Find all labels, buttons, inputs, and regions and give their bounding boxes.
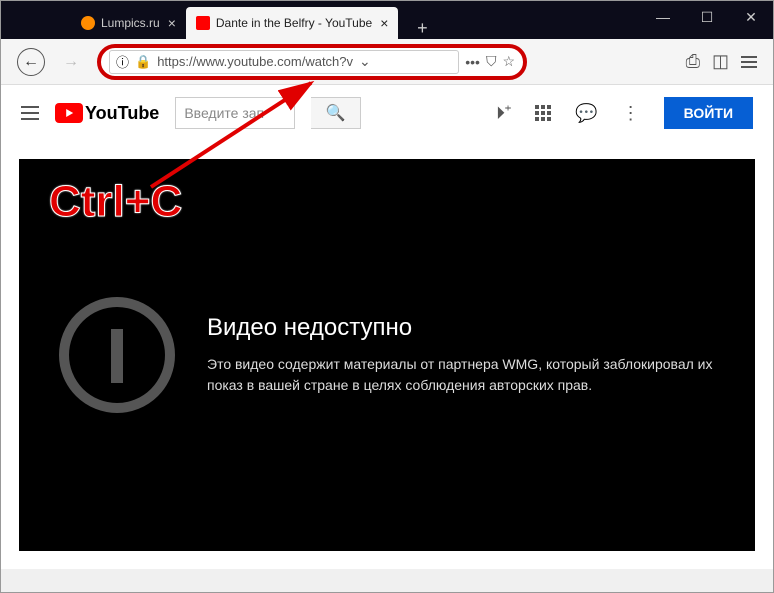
tab-youtube[interactable]: Dante in the Belfry - YouTube × [186,7,399,39]
info-icon[interactable]: ⓘ [116,52,129,71]
create-icon[interactable]: ⏵⁺ [496,103,511,124]
url-text: https://www.youtube.com/watch?v [157,54,353,69]
minimize-button[interactable]: — [641,1,685,33]
search-button[interactable]: 🔍 [311,97,361,129]
apps-icon[interactable] [535,105,551,121]
close-icon[interactable]: × [380,15,388,31]
browser-titlebar: Lumpics.ru × Dante in the Belfry - YouTu… [1,1,773,39]
tab-lumpics[interactable]: Lumpics.ru × [71,7,186,39]
favicon-youtube [196,16,210,30]
youtube-logo[interactable]: YouTube [55,103,159,124]
favicon-lumpics [81,16,95,30]
browser-navbar: ← → ⓘ 🔒 https://www.youtube.com/watch?v … [1,39,773,85]
tab-title: Dante in the Belfry - YouTube [216,16,372,30]
header-icons: ⏵⁺ 💬 ⋮ ВОЙТИ [496,97,753,129]
menu-icon[interactable] [741,56,757,68]
tab-title: Lumpics.ru [101,16,160,30]
back-button[interactable]: ← [17,48,45,76]
video-player-error: Видео недоступно Это видео содержит мате… [19,159,755,551]
address-bar-highlighted: ⓘ 🔒 https://www.youtube.com/watch?v ⌄ ••… [97,44,527,80]
pocket-icon[interactable]: ⛉ [486,53,497,70]
exclamation-icon [59,297,175,413]
search-input[interactable]: Введите зап [175,97,295,129]
page-content: Видео недоступно Это видео содержит мате… [1,141,773,569]
new-tab-button[interactable]: + [408,18,436,39]
sidebar-icon[interactable]: ◫ [712,51,729,72]
close-icon[interactable]: × [168,15,176,31]
library-icon[interactable]: ⎙ [686,51,700,72]
forward-button[interactable]: → [57,48,85,76]
error-body: Это видео содержит материалы от партнера… [207,354,715,396]
youtube-header: YouTube Введите зап 🔍 ⏵⁺ 💬 ⋮ ВОЙТИ [1,85,773,141]
window-controls: — ☐ ✕ [641,1,773,33]
error-title: Видео недоступно [207,314,715,342]
more-icon[interactable]: ••• [465,54,480,70]
close-button[interactable]: ✕ [729,1,773,33]
messages-icon[interactable]: 💬 [575,103,597,124]
maximize-button[interactable]: ☐ [685,1,729,33]
lock-icon: 🔒 [135,54,151,70]
login-button[interactable]: ВОЙТИ [664,97,753,129]
hamburger-icon[interactable] [21,106,39,120]
settings-icon[interactable]: ⋮ [622,103,640,124]
chevron-down-icon[interactable]: ⌄ [359,53,371,70]
youtube-play-icon [55,103,83,123]
address-bar[interactable]: ⓘ 🔒 https://www.youtube.com/watch?v ⌄ [109,50,459,74]
youtube-logo-text: YouTube [85,103,159,124]
error-message: Видео недоступно Это видео содержит мате… [207,314,715,396]
bookmark-icon[interactable]: ☆ [502,53,515,70]
